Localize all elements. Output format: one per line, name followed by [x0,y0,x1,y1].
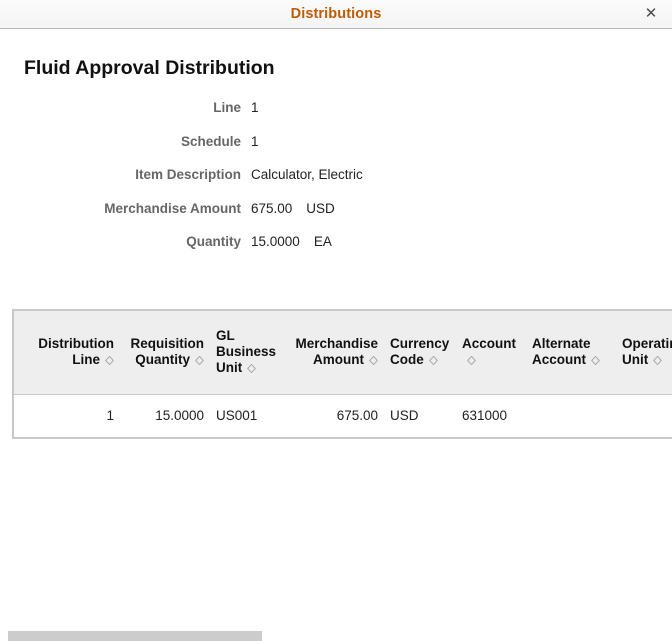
field-label-quantity: Quantity [186,234,241,249]
sort-diamond-icon[interactable] [195,356,204,366]
sort-diamond-icon[interactable] [428,356,438,366]
field-label-line: Line [213,100,241,115]
column-header-currency-code-label: Currency Code [390,336,450,368]
field-label-merchandise-amount: Merchandise Amount [104,200,241,216]
modal-title-bar: Distributions ✕ [0,0,672,29]
field-value-item-description-text: Calculator, Electric [251,167,363,182]
distribution-table: Distribution Line Requisition Quantity G… [14,311,672,437]
column-header-merchandise-amount-label: Merchandise Amount [295,336,378,368]
column-header-currency-code[interactable]: Currency Code [384,311,456,395]
field-value-quantity: 15.0000 EA [251,225,332,259]
horizontal-scrollbar-track[interactable] [0,631,672,641]
sort-diamond-icon[interactable] [369,356,378,366]
cell-currency-code: USD [384,394,456,437]
field-value-line: 1 [251,91,259,125]
field-row-merchandise-amount: Merchandise Amount 675.00 USD [0,192,672,226]
column-header-account-label: Account [462,336,516,352]
column-header-alternate-account-label: Alternate Account [532,336,591,368]
sort-diamond-icon[interactable] [247,364,257,374]
field-value-merchandise-amount-text: 675.00 [251,200,293,216]
column-header-merchandise-amount[interactable]: Merchandise Amount [284,311,384,395]
field-row-quantity: Quantity 15.0000 EA [0,225,672,259]
cell-gl-business-unit: US001 [210,394,284,437]
sort-diamond-icon[interactable] [105,356,114,366]
distribution-grid: Distribution Line Requisition Quantity G… [12,309,672,439]
sort-diamond-icon[interactable] [467,356,476,366]
sort-diamond-icon[interactable] [653,356,663,366]
cell-distribution-line: 1 [14,394,120,437]
page-title: Fluid Approval Distribution [24,57,275,79]
field-unit-merchandise-amount: USD [306,200,335,216]
field-row-line: Line 1 [0,91,672,125]
field-value-quantity-text: 15.0000 [251,234,300,249]
cell-operating-unit [616,394,672,437]
modal-title: Distributions [290,6,382,22]
modal-content: Fluid Approval Distribution Line 1 Sched… [0,29,672,641]
column-header-requisition-quantity[interactable]: Requisition Quantity [120,311,210,395]
field-label-schedule: Schedule [180,133,241,149]
field-label-item-description: Item Description [135,167,241,182]
column-header-distribution-line[interactable]: Distribution Line [14,311,120,395]
cell-account: 631000 [456,394,526,437]
field-row-schedule: Schedule 1 [0,125,672,159]
close-icon[interactable]: ✕ [638,0,664,28]
column-header-gl-business-unit[interactable]: GL Business Unit [210,311,284,395]
horizontal-scrollbar-thumb[interactable] [8,631,262,641]
column-header-distribution-line-label: Distribution Line [38,336,114,368]
field-value-line-text: 1 [251,100,259,115]
sort-diamond-icon[interactable] [591,356,600,366]
field-unit-quantity: EA [313,234,332,249]
column-header-operating-unit-label: Operating Unit [622,336,672,368]
cell-alternate-account [526,394,616,437]
table-row[interactable]: 1 15.0000 US001 675.00 USD 631000 [14,394,672,437]
cell-requisition-quantity: 15.0000 [120,394,210,437]
table-header-row: Distribution Line Requisition Quantity G… [14,311,672,395]
column-header-operating-unit[interactable]: Operating Unit [616,311,672,395]
column-header-alternate-account[interactable]: Alternate Account [526,311,616,395]
field-value-schedule-text: 1 [251,133,259,149]
column-header-account[interactable]: Account [456,311,526,395]
column-header-requisition-quantity-label: Requisition Quantity [130,336,205,368]
field-value-schedule: 1 [251,125,259,159]
field-row-item-description: Item Description Calculator, Electric [0,158,672,192]
cell-merchandise-amount: 675.00 [284,394,384,437]
detail-field-list: Line 1 Schedule 1 Item Description Calcu… [0,91,672,259]
column-header-gl-business-unit-label: GL Business Unit [216,328,277,376]
field-value-item-description: Calculator, Electric [251,158,363,192]
field-value-merchandise-amount: 675.00 USD [251,192,335,226]
